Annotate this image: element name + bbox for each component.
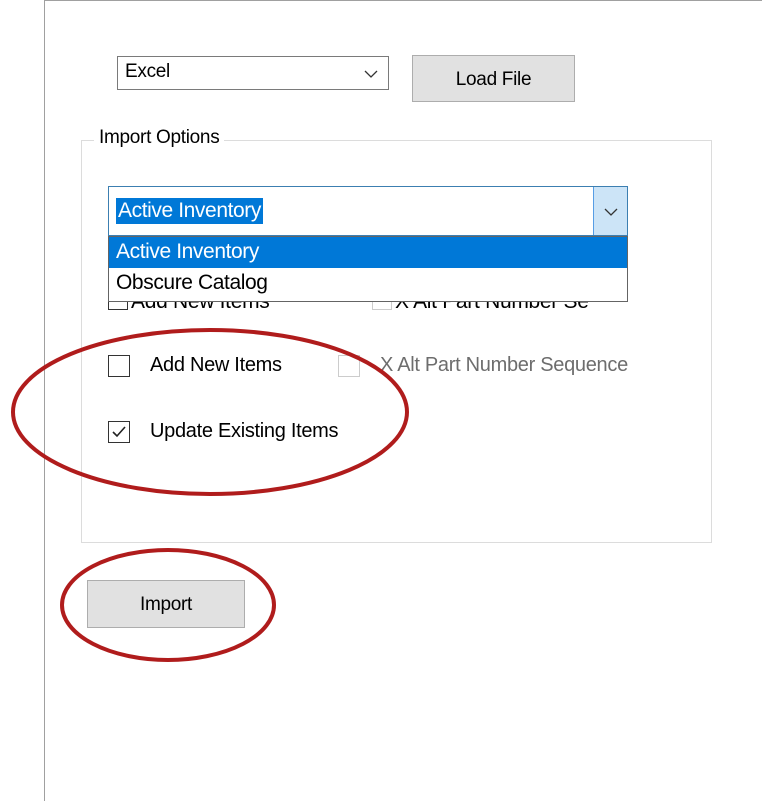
import-button[interactable]: Import [87, 580, 245, 628]
update-existing-items-label[interactable]: Update Existing Items [150, 420, 339, 443]
ghost-alt-label: X Alt Part Number Se [395, 302, 589, 314]
inventory-dropdown-list: Active Inventory Obscure Catalog [108, 236, 628, 302]
file-type-combobox[interactable]: Excel [117, 56, 389, 90]
update-existing-items-checkbox[interactable] [108, 421, 130, 443]
inventory-selected-value: Active Inventory [116, 198, 263, 224]
inventory-combobox[interactable]: Active Inventory [108, 186, 628, 236]
checkmark-icon [112, 426, 126, 438]
chevron-down-icon [604, 208, 618, 216]
ghost-add-label: Add New Items [131, 302, 270, 314]
add-new-items-label[interactable]: Add New Items [150, 354, 282, 377]
file-type-value: Excel [125, 61, 170, 82]
import-options-legend: Import Options [94, 127, 225, 149]
alt-part-number-checkbox[interactable] [338, 355, 360, 377]
inventory-dropdown-button[interactable] [593, 187, 627, 235]
ghost-checkbox [108, 302, 128, 310]
inventory-option-obscure[interactable]: Obscure Catalog [109, 268, 627, 299]
add-new-items-checkbox[interactable] [108, 355, 130, 377]
chevron-down-icon [364, 70, 378, 78]
alt-part-number-label[interactable]: X Alt Part Number Sequence [380, 354, 628, 377]
occluded-checkbox-row: Add New Items X Alt Part Number Se [108, 302, 628, 316]
ghost-checkbox-alt [372, 302, 392, 310]
load-file-button[interactable]: Load File [412, 55, 575, 102]
inventory-option-active[interactable]: Active Inventory [109, 237, 627, 268]
